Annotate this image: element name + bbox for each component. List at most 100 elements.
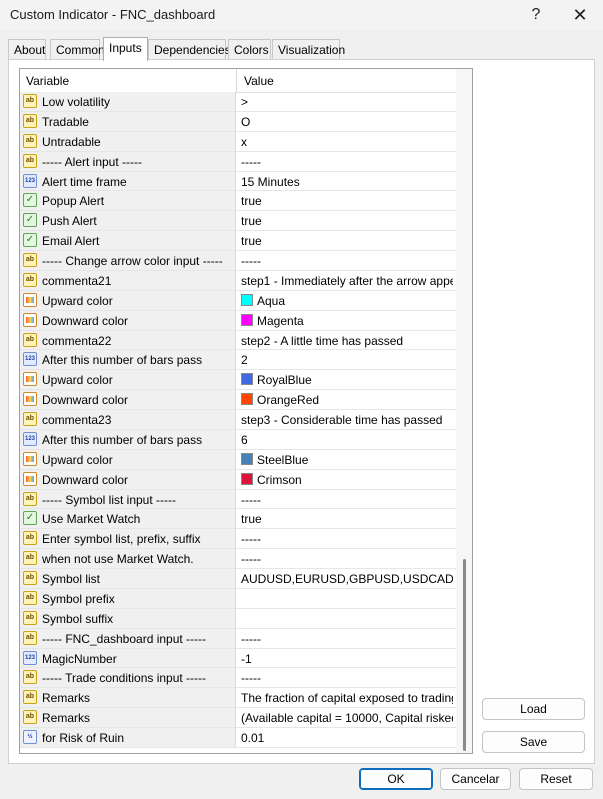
value-cell[interactable]: Aqua — [236, 291, 456, 310]
input-row[interactable]: 123 After this number of bars pass 6 — [20, 429, 456, 450]
value-cell[interactable]: ----- — [236, 251, 456, 270]
value-cell[interactable]: 2 — [236, 350, 456, 369]
tab-dependencies[interactable]: Dependencies — [148, 39, 231, 59]
value-cell[interactable]: step3 - Considerable time has passed — [236, 410, 456, 429]
value-cell[interactable]: The fraction of capital exposed to tradi… — [236, 688, 456, 707]
color-type-icon — [23, 312, 37, 327]
input-row[interactable]: ab Enter symbol list, prefix, suffix ----- — [20, 529, 456, 550]
value-cell[interactable]: -1 — [236, 649, 456, 668]
value-cell[interactable]: step1 - Immediately after the arrow appe… — [236, 271, 456, 290]
save-button[interactable]: Save — [482, 731, 585, 753]
value-cell[interactable]: ----- — [236, 629, 456, 648]
input-row[interactable]: ab when not use Market Watch. ----- — [20, 549, 456, 569]
value-cell[interactable]: ----- — [236, 152, 456, 171]
value-cell[interactable]: Crimson — [236, 470, 456, 489]
input-row[interactable]: ab Symbol list AUDUSD,EURUSD,GBPUSD,USDCAD… — [20, 569, 456, 589]
variable-name: MagicNumber — [42, 651, 117, 666]
close-button[interactable]: ✕ — [557, 0, 603, 30]
input-row[interactable]: ab ----- Trade conditions input ----- ----… — [20, 668, 456, 689]
tab-common[interactable]: Common — [50, 39, 105, 59]
input-row[interactable]: 123 MagicNumber -1 — [20, 648, 456, 669]
input-row[interactable]: ✓ Use Market Watch true — [20, 509, 456, 530]
value-cell[interactable]: ----- — [236, 549, 456, 568]
variable-name: Symbol prefix — [42, 591, 115, 606]
value-cell[interactable]: Magenta — [236, 311, 456, 330]
value-cell[interactable]: step2 - A little time has passed — [236, 331, 456, 350]
value-text: -1 — [241, 651, 252, 666]
input-row[interactable]: ab Tradable O — [20, 111, 456, 132]
value-cell[interactable]: ----- — [236, 529, 456, 548]
value-cell[interactable]: 6 — [236, 430, 456, 449]
value-cell[interactable] — [236, 609, 456, 628]
value-cell[interactable]: > — [236, 92, 456, 111]
variable-name: commenta22 — [42, 333, 112, 348]
input-row[interactable]: ab Remarks The fraction of capital exposed… — [20, 688, 456, 709]
input-row[interactable]: 123 Alert time frame 15 Minutes — [20, 171, 456, 192]
value-cell[interactable]: AUDUSD,EURUSD,GBPUSD,USDCAD,U... — [236, 569, 456, 588]
variable-cell: Downward color — [20, 469, 236, 489]
scrollbar-thumb[interactable] — [463, 559, 466, 751]
input-row[interactable]: ab Untradable x — [20, 131, 456, 152]
value-cell[interactable]: ----- — [236, 490, 456, 509]
value-cell[interactable]: true — [236, 211, 456, 230]
input-row[interactable]: ab commenta21 step1 - Immediately after th… — [20, 270, 456, 291]
value-cell[interactable]: 15 Minutes — [236, 172, 456, 191]
input-row[interactable]: ab Low volatility > — [20, 92, 456, 112]
vertical-scrollbar[interactable] — [456, 92, 472, 753]
value-text: true — [241, 194, 262, 209]
input-row[interactable]: Upward color Aqua — [20, 290, 456, 311]
tab-about[interactable]: About — [8, 39, 46, 59]
color-type-icon — [23, 372, 37, 387]
value-cell[interactable]: (Available capital = 10000, Capital risk… — [236, 708, 456, 727]
value-cell[interactable]: O — [236, 112, 456, 131]
value-cell[interactable]: true — [236, 231, 456, 250]
string-type-icon: ab — [23, 94, 37, 108]
value-cell[interactable] — [236, 589, 456, 608]
help-button[interactable]: ? — [513, 0, 559, 30]
header-divider[interactable] — [236, 69, 237, 92]
input-row[interactable]: Downward color Crimson — [20, 469, 456, 490]
value-cell[interactable]: SteelBlue — [236, 450, 456, 469]
input-row[interactable]: ab Symbol prefix — [20, 588, 456, 609]
input-row[interactable]: Downward color Magenta — [20, 310, 456, 331]
input-row[interactable]: ab commenta22 step2 - A little time has pa… — [20, 330, 456, 351]
reset-button[interactable]: Reset — [519, 768, 593, 790]
input-row[interactable]: Upward color RoyalBlue — [20, 370, 456, 391]
load-button[interactable]: Load — [482, 698, 585, 720]
value-cell[interactable]: ----- — [236, 668, 456, 687]
value-cell[interactable]: 0.01 — [236, 728, 456, 747]
input-row[interactable]: ✓ Popup Alert true — [20, 191, 456, 212]
value-cell[interactable]: OrangeRed — [236, 390, 456, 409]
string-type-icon: ab — [23, 590, 37, 605]
tab-visualization[interactable]: Visualization — [272, 39, 345, 59]
variable-cell: Downward color — [20, 310, 236, 330]
variable-name: Tradable — [42, 114, 89, 129]
input-row[interactable]: ½ for Risk of Ruin 0.01 — [20, 728, 456, 748]
input-row[interactable]: ab Remarks (Available capital = 10000, Cap… — [20, 708, 456, 728]
string-type-icon: ab — [23, 491, 37, 506]
variable-cell: ab Symbol list — [20, 569, 236, 588]
input-row[interactable]: ab Symbol suffix — [20, 608, 456, 629]
input-row[interactable]: ✓ Email Alert true — [20, 231, 456, 251]
input-row[interactable]: ab ----- Symbol list input ----- ----- — [20, 489, 456, 510]
input-row[interactable]: Upward color SteelBlue — [20, 449, 456, 470]
input-row[interactable]: Downward color OrangeRed — [20, 390, 456, 410]
input-row[interactable]: ab ----- Alert input ----- ----- — [20, 151, 456, 172]
header-value[interactable]: Value — [244, 74, 274, 88]
header-variable[interactable]: Variable — [26, 74, 69, 88]
ok-button[interactable]: OK — [359, 768, 433, 790]
tab-colors[interactable]: Colors — [228, 39, 271, 59]
input-row[interactable]: 123 After this number of bars pass 2 — [20, 350, 456, 371]
cancel-button[interactable]: Cancelar — [440, 768, 511, 790]
input-row[interactable]: ab ----- Change arrow color input ----- --… — [20, 251, 456, 271]
input-row[interactable]: ab ----- FNC_dashboard input ----- ----- — [20, 628, 456, 649]
value-cell[interactable]: RoyalBlue — [236, 370, 456, 389]
value-cell[interactable]: true — [236, 509, 456, 528]
boolean-type-icon: ✓ — [23, 193, 37, 208]
tab-inputs[interactable]: Inputs — [103, 37, 148, 61]
input-row[interactable]: ab commenta23 step3 - Considerable time ha… — [20, 410, 456, 430]
input-row[interactable]: ✓ Push Alert true — [20, 211, 456, 232]
value-cell[interactable]: true — [236, 191, 456, 210]
variable-name: Downward color — [42, 472, 129, 487]
value-cell[interactable]: x — [236, 132, 456, 151]
